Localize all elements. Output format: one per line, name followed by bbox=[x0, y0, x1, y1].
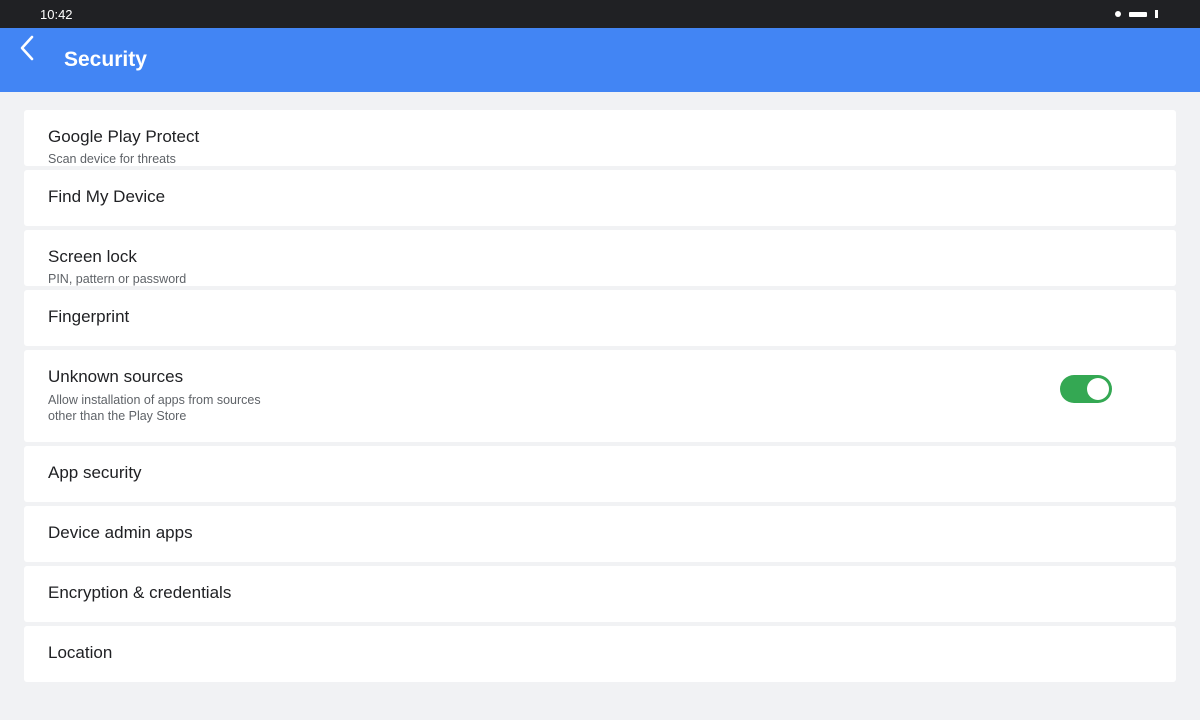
battery-icon bbox=[1155, 10, 1158, 18]
item-title: Location bbox=[48, 643, 113, 662]
status-bar: 10:42 bbox=[0, 0, 1200, 28]
list-item-unknown-sources[interactable]: Unknown sources Allow installation of ap… bbox=[24, 350, 1176, 442]
list-item-google-play-protect[interactable]: Google Play Protect Scan device for thre… bbox=[24, 110, 1176, 166]
dot-icon bbox=[1115, 11, 1121, 17]
settings-list: Google Play Protect Scan device for thre… bbox=[24, 110, 1176, 686]
item-title: Encryption & credentials bbox=[48, 583, 232, 602]
page-title: Security bbox=[64, 48, 147, 71]
list-item-device-admin-apps[interactable]: Device admin apps bbox=[24, 506, 1176, 562]
list-item-location[interactable]: Location bbox=[24, 626, 1176, 682]
app-bar: Security bbox=[0, 28, 1200, 92]
item-title: Unknown sources bbox=[48, 367, 184, 386]
chevron-left-icon bbox=[20, 35, 34, 61]
item-title: Google Play Protect bbox=[48, 127, 200, 146]
item-subtitle: Scan device for threats bbox=[48, 152, 176, 166]
item-title: App security bbox=[48, 463, 142, 482]
back-button[interactable] bbox=[10, 30, 44, 66]
item-subtitle: Allow installation of apps from sources … bbox=[48, 393, 261, 423]
item-title: Find My Device bbox=[48, 187, 166, 206]
list-item-app-security[interactable]: App security bbox=[24, 446, 1176, 502]
list-item-screen-lock[interactable]: Screen lock PIN, pattern or password bbox=[24, 230, 1176, 286]
wifi-icon bbox=[1129, 11, 1147, 17]
list-item-find-my-device[interactable]: Find My Device bbox=[24, 170, 1176, 226]
item-title: Screen lock bbox=[48, 247, 137, 266]
item-subtitle: PIN, pattern or password bbox=[48, 272, 187, 286]
item-title: Fingerprint bbox=[48, 307, 130, 326]
list-item-fingerprint[interactable]: Fingerprint bbox=[24, 290, 1176, 346]
toggle-knob bbox=[1087, 378, 1109, 400]
unknown-sources-toggle[interactable] bbox=[1060, 375, 1112, 403]
status-time: 10:42 bbox=[40, 7, 73, 22]
item-title: Device admin apps bbox=[48, 523, 193, 542]
status-icons bbox=[1115, 10, 1158, 18]
list-item-encryption-credentials[interactable]: Encryption & credentials bbox=[24, 566, 1176, 622]
